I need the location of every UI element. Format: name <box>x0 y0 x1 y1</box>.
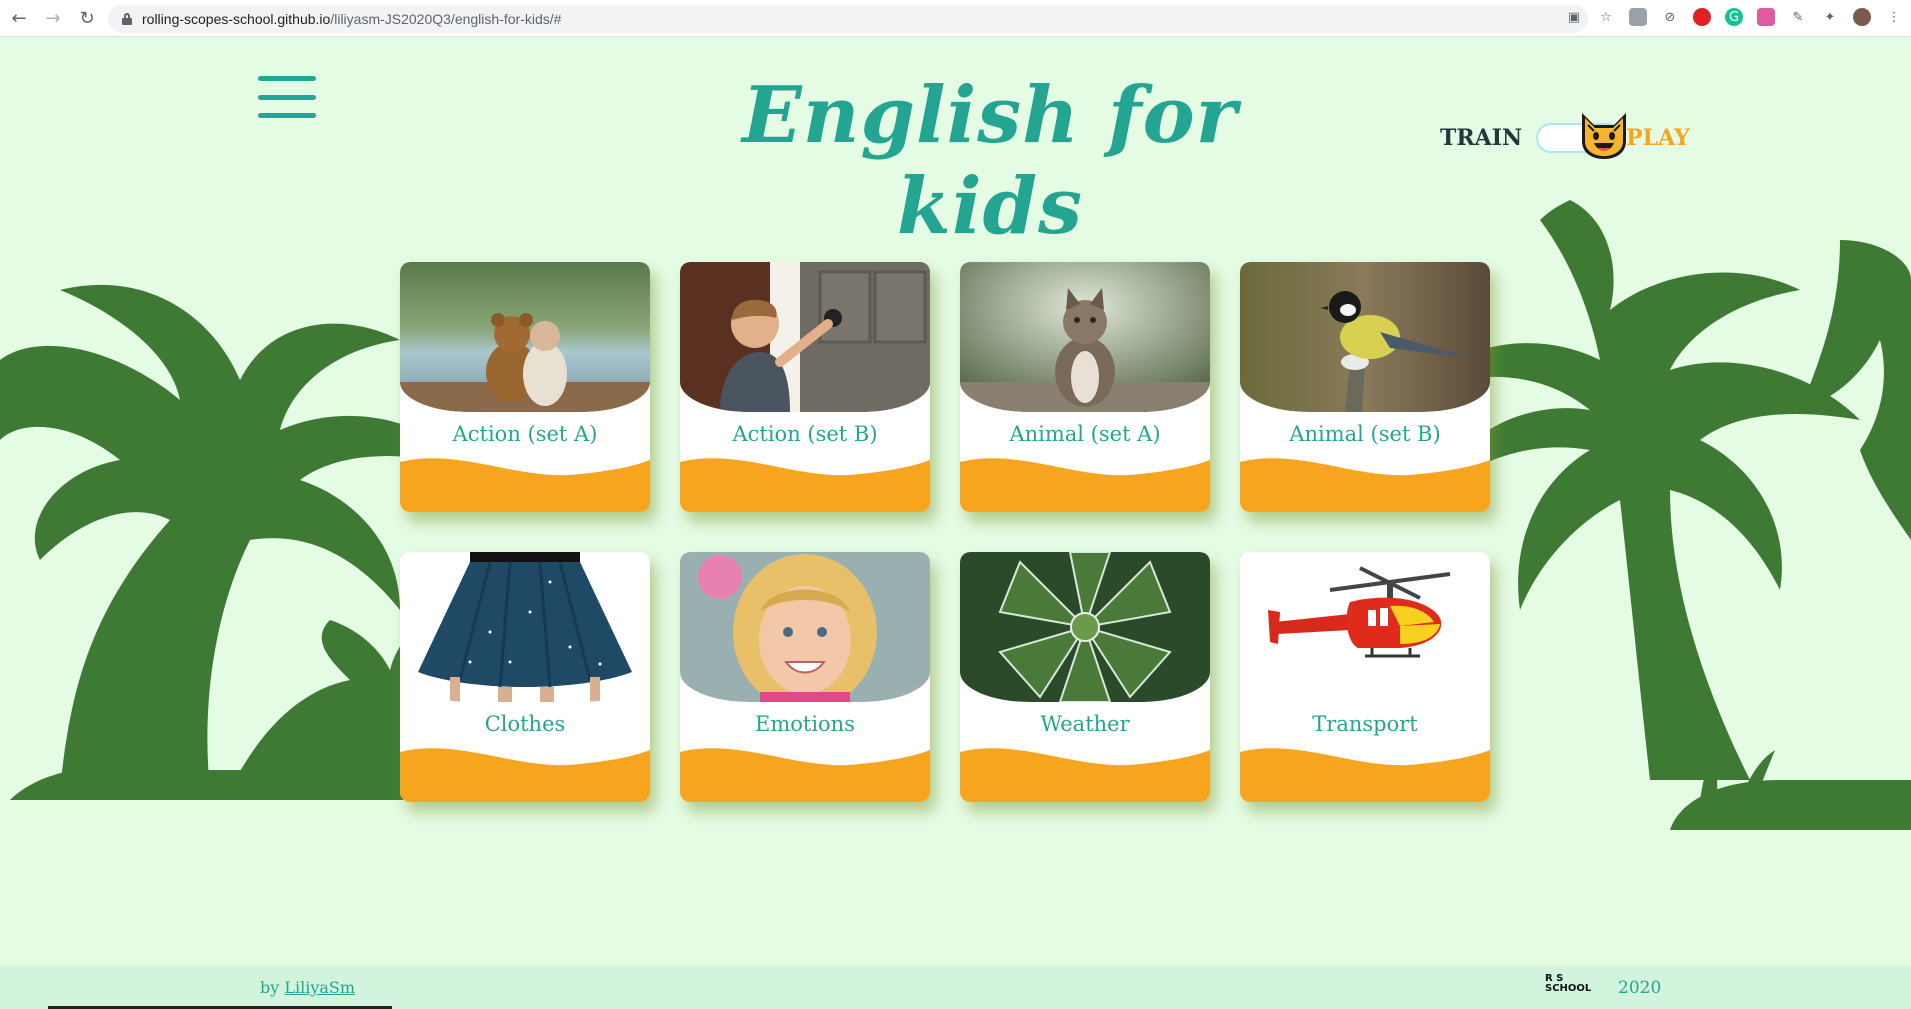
category-card-action-a[interactable]: Action (set A) <box>400 262 650 512</box>
mode-toggle[interactable] <box>1536 113 1627 159</box>
puzzle-icon[interactable]: ✦ <box>1821 8 1839 26</box>
bird-tit-image <box>1240 262 1490 412</box>
blue-skirt-image <box>400 552 650 702</box>
category-card-transport[interactable]: Transport <box>1240 552 1490 802</box>
play-label[interactable]: PLAY <box>1626 125 1690 151</box>
lock-icon <box>122 13 132 25</box>
card-wave-decoration <box>680 458 930 512</box>
category-card-emotions[interactable]: Emotions <box>680 552 930 802</box>
mode-switch: TRAIN PLAY <box>1440 113 1690 159</box>
category-label: Action (set A) <box>452 422 598 446</box>
sync-icon[interactable]: ⊘ <box>1661 8 1679 26</box>
page-title: English for kids <box>742 70 1238 252</box>
reload-icon[interactable]: ↻ <box>72 3 102 33</box>
hamburger-line <box>258 76 316 81</box>
smiling-girl-image <box>680 552 930 702</box>
forward-icon[interactable]: → <box>38 3 68 33</box>
page-footer: by LiliyaSm R S SCHOOL 2020 <box>0 966 1911 1009</box>
card-wave-decoration <box>400 458 650 512</box>
rs-school-logo[interactable]: R S SCHOOL <box>1545 974 1601 998</box>
opera-icon[interactable] <box>1693 8 1711 26</box>
extension-grey-icon[interactable] <box>1629 8 1647 26</box>
train-label[interactable]: TRAIN <box>1440 125 1522 151</box>
hamburger-line <box>258 94 316 100</box>
author-link[interactable]: LiliyaSm <box>284 978 355 997</box>
grammarly-icon[interactable]: G <box>1725 8 1743 26</box>
star-icon[interactable]: ☆ <box>1597 8 1615 26</box>
category-label: Clothes <box>484 712 566 736</box>
menu-hamburger-button[interactable] <box>258 76 316 118</box>
footer-author: by LiliyaSm <box>260 978 356 997</box>
category-label: Transport <box>1312 712 1418 736</box>
card-wave-decoration <box>960 458 1210 512</box>
profile-avatar-icon[interactable] <box>1853 8 1871 26</box>
url-text: rolling-scopes-school.github.io/liliyasm… <box>142 11 562 27</box>
boy-opening-door-image <box>680 262 930 412</box>
address-bar[interactable]: rolling-scopes-school.github.io/liliyasm… <box>108 5 1588 33</box>
cat-face-icon <box>1582 113 1627 159</box>
helicopter-image <box>1240 552 1490 702</box>
browser-toolbar: ← → ↻ rolling-scopes-school.github.io/li… <box>0 0 1911 37</box>
card-wave-decoration <box>1240 458 1490 512</box>
category-label: Weather <box>1040 712 1130 736</box>
category-card-weather[interactable]: Weather <box>960 552 1210 802</box>
menu-dots-icon[interactable]: ⋮ <box>1885 8 1903 26</box>
category-label: Emotions <box>755 712 855 736</box>
category-card-action-b[interactable]: Action (set B) <box>680 262 930 512</box>
card-wave-decoration <box>1240 748 1490 802</box>
cat-image <box>960 262 1210 412</box>
card-wave-decoration <box>960 748 1210 802</box>
gradient-extension-icon[interactable] <box>1757 8 1775 26</box>
footer-year: 2020 <box>1618 978 1662 998</box>
translate-icon[interactable]: ▣ <box>1565 8 1583 26</box>
category-card-clothes[interactable]: Clothes <box>400 552 650 802</box>
category-label: Animal (set A) <box>1009 422 1161 446</box>
category-card-animal-a[interactable]: Animal (set A) <box>960 262 1210 512</box>
extension-icons: ▣ ☆ ⊘ G ✎ ✦ ⋮ <box>1565 8 1903 26</box>
palm-tree-right-decoration <box>1420 200 1911 830</box>
eyedropper-icon[interactable]: ✎ <box>1789 8 1807 26</box>
back-icon[interactable]: ← <box>4 3 34 33</box>
category-label: Action (set B) <box>732 422 878 446</box>
card-wave-decoration <box>680 748 930 802</box>
category-card-animal-b[interactable]: Animal (set B) <box>1240 262 1490 512</box>
card-wave-decoration <box>400 748 650 802</box>
teddy-bear-hug-image <box>400 262 650 412</box>
frosty-leaves-image <box>960 552 1210 702</box>
hamburger-line <box>258 113 316 118</box>
category-label: Animal (set B) <box>1289 422 1441 446</box>
